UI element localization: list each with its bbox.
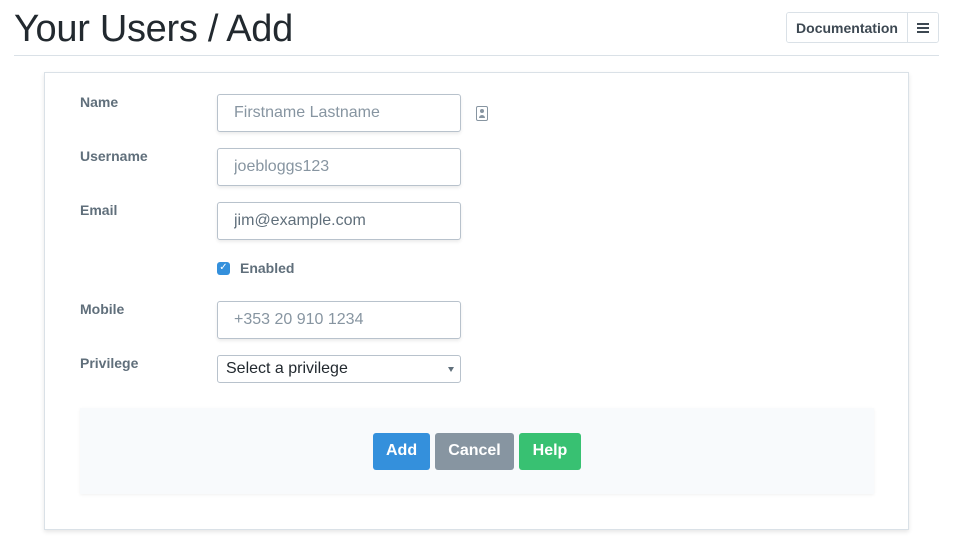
enabled-row: ✓ Enabled (217, 259, 294, 277)
list-view-button[interactable] (907, 13, 938, 42)
documentation-button[interactable]: Documentation (787, 13, 907, 42)
privilege-label: Privilege (80, 355, 139, 371)
contact-card-icon[interactable] (476, 106, 488, 121)
help-button[interactable]: Help (519, 432, 581, 470)
email-input[interactable] (217, 202, 461, 240)
enabled-checkbox[interactable]: ✓ (217, 261, 230, 275)
privilege-select-value: Select a privilege (226, 360, 348, 377)
email-label: Email (80, 202, 118, 218)
name-label: Name (80, 94, 119, 110)
mobile-input[interactable] (217, 301, 461, 339)
username-row: Username (80, 148, 500, 188)
form-actions: Add Cancel Help (80, 408, 874, 494)
name-row: Name (80, 94, 500, 134)
user-form-card: Name Username Email ✓ Enabled Mobile Pri… (44, 72, 909, 530)
enabled-label: Enabled (240, 260, 295, 276)
name-input[interactable] (217, 94, 461, 132)
mobile-label: Mobile (80, 301, 125, 317)
username-label: Username (80, 148, 148, 164)
add-button[interactable]: Add (373, 432, 430, 470)
toolbar: Documentation (786, 12, 939, 43)
page-title: Your Users / Add (14, 8, 293, 50)
privilege-row: Privilege Select a privilege (80, 355, 500, 395)
privilege-select[interactable]: Select a privilege (217, 355, 461, 383)
email-row: Email (80, 202, 500, 242)
mobile-row: Mobile (80, 301, 500, 341)
cancel-button[interactable]: Cancel (435, 432, 514, 470)
page-header: Your Users / Add Documentation (14, 0, 939, 56)
list-icon (917, 22, 929, 33)
username-input[interactable] (217, 148, 461, 186)
chevron-down-icon (448, 367, 454, 372)
